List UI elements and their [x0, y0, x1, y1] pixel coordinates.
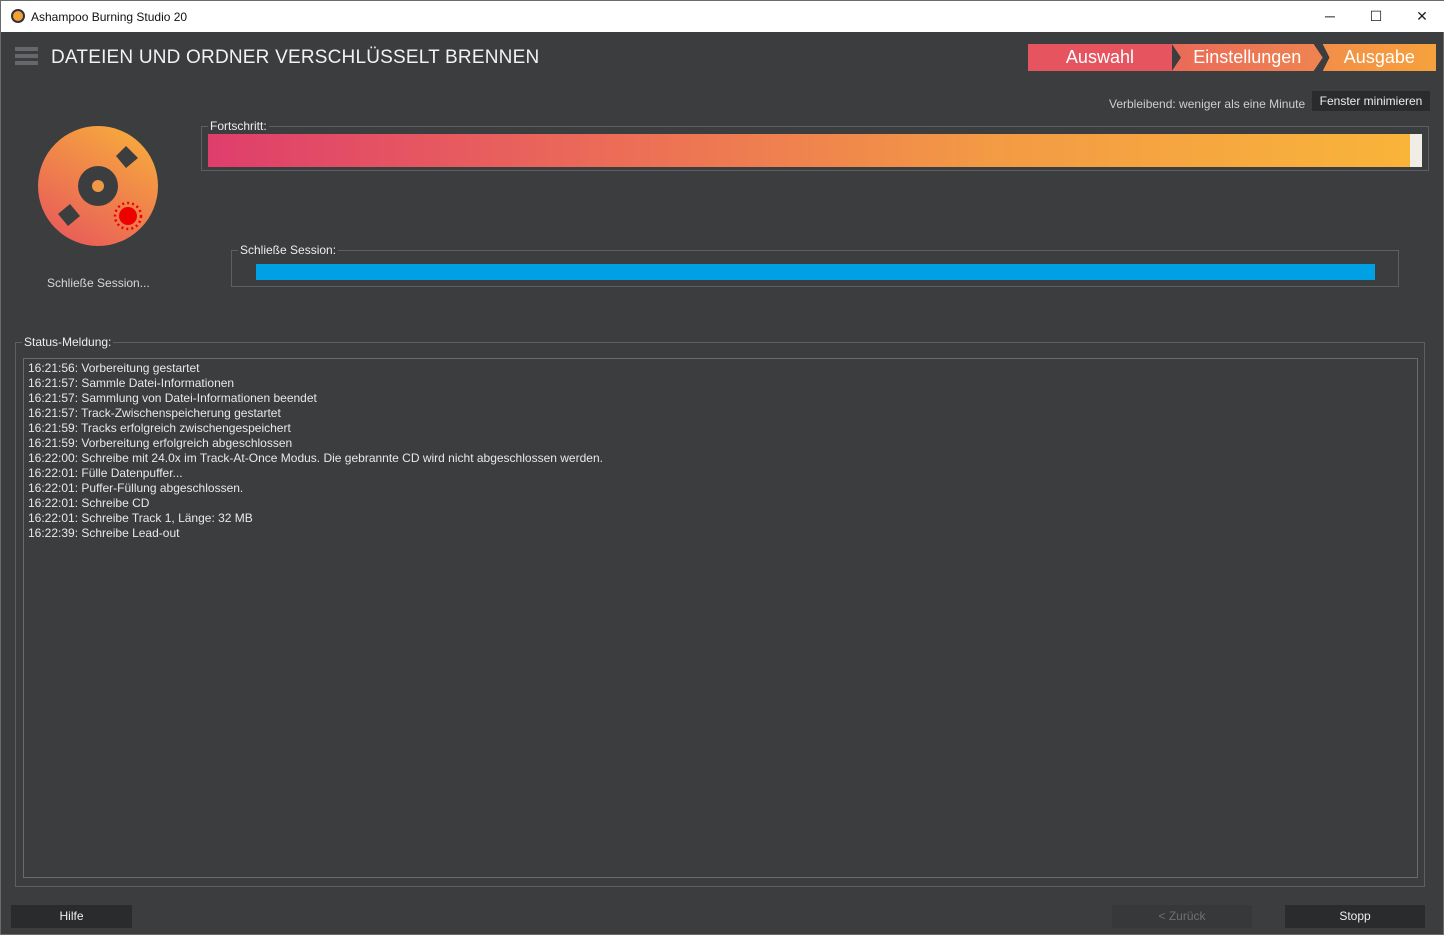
- stop-button[interactable]: Stopp: [1285, 905, 1425, 928]
- log-line: 16:21:57: Track-Zwischenspeicherung gest…: [28, 406, 281, 420]
- overall-progress-bar: [208, 134, 1422, 167]
- session-label: Schließe Session:: [238, 243, 339, 257]
- log-line: 16:22:01: Puffer-Füllung abgeschlossen.: [28, 481, 244, 495]
- log-line: 16:21:57: Sammlung von Datei-Information…: [28, 391, 317, 405]
- close-window-button[interactable]: ✕: [1399, 1, 1444, 32]
- window-title: Ashampoo Burning Studio 20: [31, 10, 188, 24]
- page-title: DATEIEN UND ORDNER VERSCHLÜSSELT BRENNEN: [51, 47, 540, 68]
- burning-disc-icon: [38, 126, 158, 246]
- menu-icon[interactable]: [15, 47, 38, 65]
- step-ausgabe: Ausgabe: [1322, 44, 1436, 71]
- step-einstellungen: Einstellungen: [1171, 44, 1323, 71]
- session-progress-fill: [256, 264, 1375, 280]
- session-progress-bar: [256, 264, 1375, 280]
- log-line: 16:21:59: Tracks erfolgreich zwischenges…: [28, 421, 291, 435]
- log-line: 16:22:01: Schreibe Track 1, Länge: 32 MB: [28, 511, 253, 525]
- status-log-label: Status-Meldung:: [22, 335, 114, 349]
- step-auswahl: Auswahl: [1028, 44, 1172, 71]
- remaining-time: Verbleibend: weniger als eine Minute: [1109, 97, 1306, 111]
- progress-label: Fortschritt:: [208, 119, 269, 133]
- app-logo-icon: [11, 9, 25, 23]
- log-line: 16:22:00: Schreibe mit 24.0x im Track-At…: [28, 451, 603, 465]
- log-line: 16:21:56: Vorbereitung gestartet: [28, 361, 200, 375]
- minimize-window-to-background-button[interactable]: Fenster minimieren: [1312, 91, 1430, 111]
- log-line: 16:22:39: Schreibe Lead-out: [28, 526, 180, 540]
- log-line: 16:22:01: Schreibe CD: [28, 496, 150, 510]
- wizard-steps: Auswahl Einstellungen Ausgabe: [1028, 44, 1436, 71]
- session-group: Schließe Session:: [231, 243, 1399, 287]
- status-log-group: Status-Meldung: 16:21:56: Vorbereitung g…: [15, 335, 1425, 887]
- progress-group: Fortschritt:: [201, 119, 1429, 171]
- maximize-window-button[interactable]: ☐: [1353, 1, 1399, 32]
- log-line: 16:21:59: Vorbereitung erfolgreich abges…: [28, 436, 293, 450]
- back-button[interactable]: < Zurück: [1112, 905, 1252, 928]
- status-log[interactable]: 16:21:56: Vorbereitung gestartet 16:21:57…: [23, 358, 1418, 878]
- log-line: 16:22:01: Fülle Datenpuffer...: [28, 466, 183, 480]
- disc-status-label: Schließe Session...: [47, 276, 150, 290]
- title-bar: Ashampoo Burning Studio 20 ─ ☐ ✕: [1, 1, 1444, 32]
- log-line: 16:21:57: Sammle Datei-Informationen: [28, 376, 235, 390]
- overall-progress-fill: [208, 134, 1410, 167]
- help-button[interactable]: Hilfe: [11, 905, 132, 928]
- minimize-window-button[interactable]: ─: [1307, 1, 1353, 32]
